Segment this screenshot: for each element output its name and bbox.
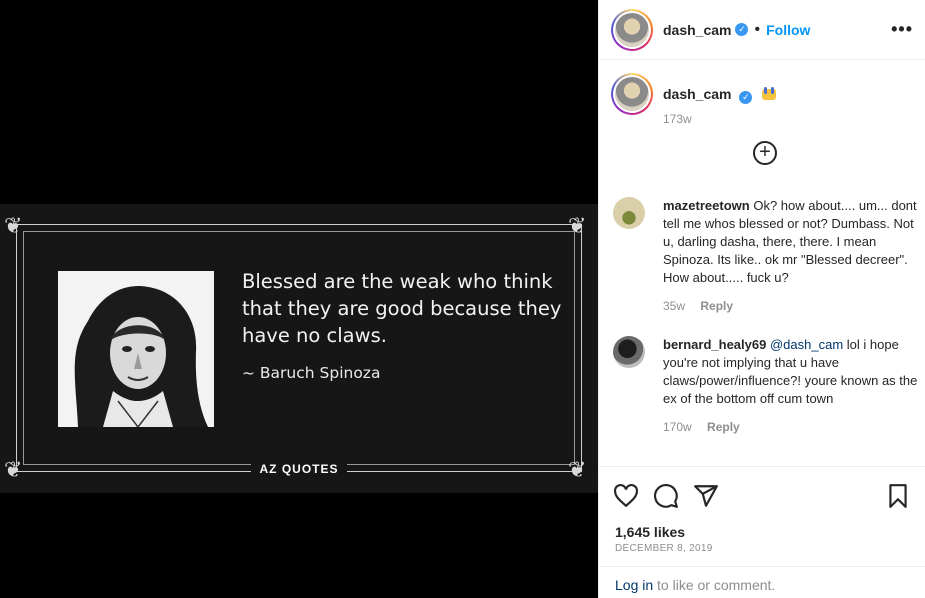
likes-count[interactable]: 1,645 likes	[615, 524, 685, 540]
post-header: dash_cam ✓ • Follow •••	[599, 0, 925, 60]
comment: bernard_healy69 @dash_cam lol i hope you…	[613, 336, 918, 436]
quote-author: ~ Baruch Spinoza	[242, 364, 381, 382]
more-options-icon[interactable]: •••	[891, 19, 913, 40]
post-caption: dash_cam ✓ 173w	[599, 61, 925, 126]
comment-username[interactable]: bernard_healy69	[663, 337, 766, 352]
emoji-icon	[762, 87, 777, 100]
corner-ornament-icon: ❦	[4, 214, 23, 239]
verified-badge-icon: ✓	[739, 91, 753, 104]
instagram-post-view: ❦ ❦ ❦ ❦ Blessed are the weak who think t…	[0, 0, 925, 598]
verified-badge-icon: ✓	[735, 23, 749, 36]
load-more-comments-button[interactable]: +	[753, 141, 777, 165]
header-username[interactable]: dash_cam	[663, 22, 731, 38]
comment: mazetreetown Ok? how about.... um... don…	[613, 197, 918, 315]
like-heart-icon[interactable]	[613, 483, 639, 509]
post-sidebar: dash_cam ✓ • Follow ••• dash_cam ✓ 173w …	[598, 0, 925, 598]
action-bar	[599, 466, 925, 522]
commenter-avatar[interactable]	[613, 197, 645, 229]
login-link[interactable]: Log in	[615, 577, 653, 593]
brand-logo: AZ QUOTES	[0, 462, 598, 476]
reply-button[interactable]: Reply	[707, 420, 740, 434]
comment-mention[interactable]: @dash_cam	[770, 337, 843, 352]
quote-text: Blessed are the weak who think that they…	[242, 270, 562, 347]
caption-age: 173w	[663, 112, 692, 126]
comment-age: 170w	[663, 420, 692, 434]
share-icon[interactable]	[693, 483, 719, 509]
post-date: DECEMBER 8, 2019	[615, 543, 713, 554]
save-bookmark-icon[interactable]	[885, 483, 911, 509]
comment-age: 35w	[663, 299, 686, 313]
brand-label: AZ QUOTES	[251, 462, 347, 476]
login-prompt-text: to like or comment.	[653, 577, 776, 593]
quote-image: ❦ ❦ ❦ ❦ Blessed are the weak who think t…	[0, 204, 598, 493]
caption-username[interactable]: dash_cam	[663, 86, 731, 102]
follow-button[interactable]: Follow	[766, 22, 810, 38]
avatar[interactable]	[611, 8, 653, 51]
spinoza-portrait	[58, 271, 214, 427]
login-prompt: Log in to like or comment.	[599, 566, 925, 598]
commenter-avatar[interactable]	[613, 336, 645, 368]
comments-list[interactable]: dash_cam ✓ 173w + mazetreetown Ok? how a…	[599, 61, 925, 465]
post-media[interactable]: ❦ ❦ ❦ ❦ Blessed are the weak who think t…	[0, 0, 598, 598]
comment-icon[interactable]	[653, 483, 679, 509]
corner-ornament-icon: ❦	[568, 214, 587, 239]
reply-button[interactable]: Reply	[700, 299, 733, 313]
comment-username[interactable]: mazetreetown	[663, 198, 750, 213]
separator: •	[754, 20, 761, 38]
caption-avatar[interactable]	[611, 73, 653, 115]
